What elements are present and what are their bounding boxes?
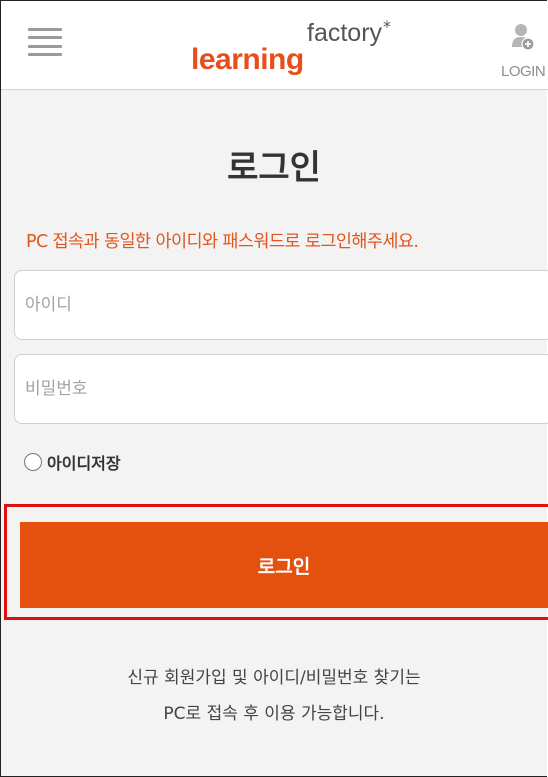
- login-label: LOGIN: [501, 63, 546, 80]
- login-notice: PC 접속과 동일한 아이디와 패스워드로 로그인해주세요.: [26, 232, 419, 252]
- login-button-header[interactable]: LOGIN: [501, 23, 546, 85]
- logo-star: *: [383, 17, 391, 36]
- user-add-icon: [512, 24, 535, 51]
- signup-info-line2: PC로 접속 후 이용 가능합니다.: [163, 704, 385, 724]
- checkbox-circle-icon[interactable]: [24, 453, 42, 471]
- signup-info-line1: 신규 회원가입 및 아이디/비밀번호 찾기는: [127, 668, 421, 688]
- header: learning factory * LOGIN: [1, 1, 548, 90]
- remember-id-label: 아이디저장: [47, 454, 121, 473]
- logo-learning-text: learning: [191, 43, 304, 76]
- page-title: 로그인: [227, 148, 321, 188]
- remember-id-checkbox[interactable]: 아이디저장: [24, 450, 121, 474]
- learning-factory-logo[interactable]: learning factory *: [191, 15, 391, 81]
- id-input[interactable]: [14, 270, 548, 340]
- password-input[interactable]: [14, 354, 548, 424]
- login-button[interactable]: 로그인: [20, 522, 548, 608]
- hamburger-menu-icon[interactable]: [28, 28, 62, 56]
- signup-info: 신규 회원가입 및 아이디/비밀번호 찾기는 PC로 접속 후 이용 가능합니다…: [0, 660, 548, 732]
- logo-factory-text: factory: [307, 19, 383, 47]
